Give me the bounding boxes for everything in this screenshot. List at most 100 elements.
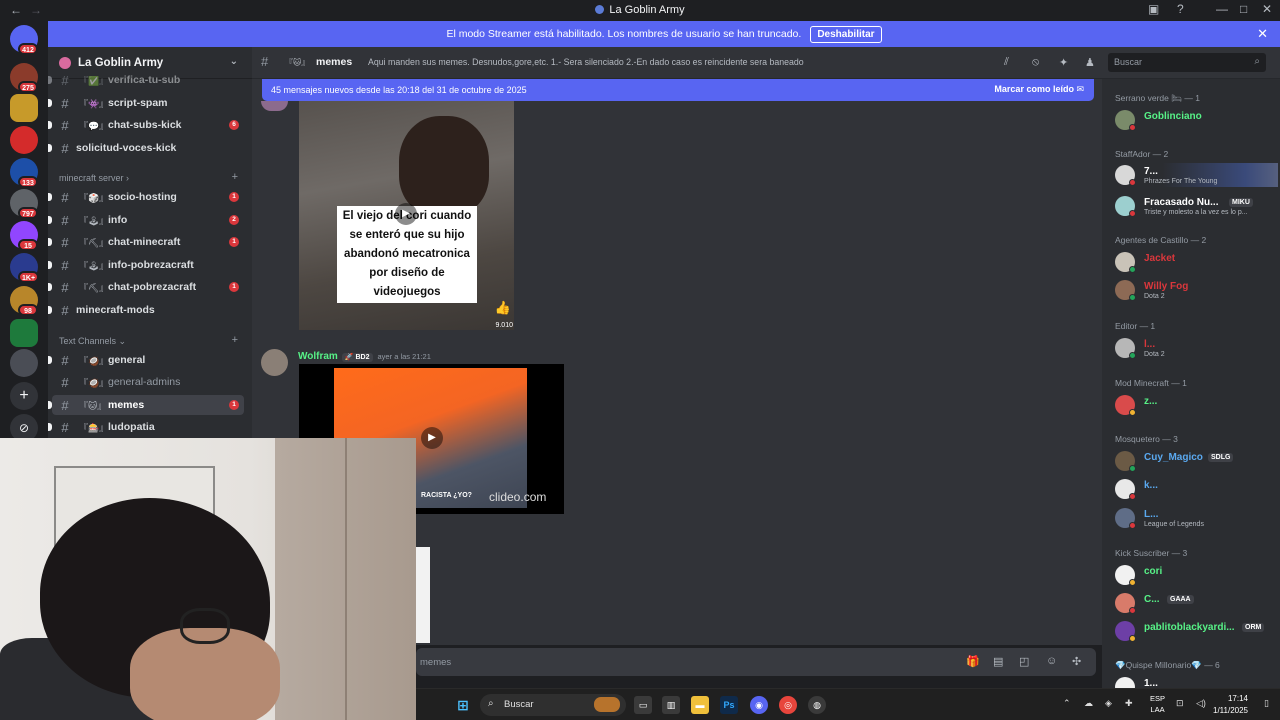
search-input[interactable]: Buscar ⌕: [1108, 53, 1266, 72]
inbox-icon[interactable]: ▣: [1148, 2, 1159, 16]
hash-icon: #: [61, 302, 69, 318]
channel-item[interactable]: # 『⛏』 chat-minecraft 1: [48, 232, 244, 252]
disable-streamer-button[interactable]: Deshabilitar: [810, 25, 882, 43]
channel-emoji: 『⛏』: [79, 237, 109, 248]
channel-item[interactable]: # 『🎲』 socio-hosting 1: [48, 187, 244, 207]
channel-item[interactable]: # 『🥥』 general: [48, 350, 244, 370]
server-icon[interactable]: [10, 94, 38, 122]
threads-icon[interactable]: ⫽: [1004, 56, 1009, 69]
member-item[interactable]: L... League of Legends: [1113, 506, 1278, 530]
help-icon[interactable]: ?: [1177, 2, 1184, 16]
taskbar-search[interactable]: ⌕ Buscar: [480, 694, 626, 716]
play-icon[interactable]: ▶: [421, 427, 443, 449]
member-item[interactable]: pablitoblackyardi... ORM: [1113, 619, 1278, 643]
channel-item[interactable]: # 『🕹』 info-pobrezacraft: [48, 255, 244, 275]
category-minecraft-server[interactable]: minecraft server ›: [59, 173, 129, 183]
tray-app-icon[interactable]: ✚: [1125, 698, 1133, 709]
server-icon[interactable]: [10, 126, 38, 154]
member-item[interactable]: Fracasado Nu... MIKU Triste y molesto a la…: [1113, 194, 1278, 218]
gift-icon[interactable]: 🎁: [966, 655, 980, 668]
new-messages-bar[interactable]: 45 mensajes nuevos desde las 20:18 del 3…: [262, 79, 1094, 101]
file-explorer-icon[interactable]: ▬: [691, 696, 709, 714]
maximize-icon[interactable]: □: [1240, 2, 1247, 16]
language-indicator[interactable]: ESP LAA: [1150, 693, 1165, 715]
close-banner-icon[interactable]: ✕: [1257, 26, 1268, 42]
tray-overflow-icon[interactable]: ⌃: [1063, 698, 1071, 709]
video-attachment[interactable]: El viejo del cori cuando se enteró que s…: [299, 101, 514, 330]
close-window-icon[interactable]: ✕: [1262, 2, 1272, 16]
notifications-icon[interactable]: ▯: [1264, 698, 1269, 709]
member-item[interactable]: Willy Fog Dota 2: [1113, 278, 1278, 302]
message-author[interactable]: Wolfram 🚀 BD2 ayer a las 21:21: [298, 351, 431, 362]
channel-item[interactable]: # 『👾』 script-spam: [48, 93, 244, 113]
mark-as-read-button[interactable]: Marcar como leído ✉: [994, 84, 1084, 95]
play-icon[interactable]: ▶: [395, 203, 417, 225]
network-icon[interactable]: ⊡: [1176, 698, 1184, 709]
add-channel-icon[interactable]: +: [232, 171, 238, 183]
channel-emoji: 『💬』: [79, 120, 109, 131]
onedrive-icon[interactable]: ☁: [1084, 698, 1093, 709]
attachment-preview[interactable]: [416, 547, 430, 643]
member-item[interactable]: l... Dota 2: [1113, 336, 1278, 360]
message-composer[interactable]: memes 🎁 ▤ ◰ ☺ ✣: [416, 648, 1096, 676]
avatar[interactable]: [261, 349, 288, 376]
obs-icon[interactable]: ◍: [808, 696, 826, 714]
hash-icon: #: [61, 95, 69, 111]
member-item[interactable]: Goblinciano: [1113, 108, 1278, 132]
server-icon[interactable]: 133: [10, 158, 38, 188]
notifications-muted-icon[interactable]: ⦸: [1032, 56, 1039, 69]
server-icon[interactable]: 1K+: [10, 253, 40, 283]
channel-item[interactable]: # 『💬』 chat-subs-kick 6: [48, 115, 244, 135]
minimize-icon[interactable]: —: [1216, 2, 1228, 16]
member-item[interactable]: Jacket: [1113, 250, 1278, 274]
avatar[interactable]: [261, 101, 288, 111]
status-idle-icon: [1129, 635, 1136, 642]
chrome-icon[interactable]: ◎: [779, 696, 797, 714]
server-icon[interactable]: 797: [10, 189, 38, 219]
taskbar-clock[interactable]: 17:14 1/11/2025: [1213, 693, 1248, 717]
server-icon[interactable]: [10, 319, 38, 347]
server-icon[interactable]: [10, 349, 38, 377]
member-item[interactable]: 7... Phrazes For The Young: [1113, 163, 1278, 187]
channel-item[interactable]: # 『✅』 verifica-tu-sub: [48, 70, 244, 90]
member-list-icon[interactable]: ♟: [1085, 56, 1095, 69]
volume-icon[interactable]: ◁): [1196, 698, 1206, 709]
twitch-server-icon[interactable]: 15: [10, 221, 38, 251]
channel-item[interactable]: # solicitud-voces-kick: [48, 138, 244, 158]
gif-icon[interactable]: ▤: [993, 655, 1003, 668]
member-item[interactable]: C... GAAA: [1113, 591, 1278, 615]
app-icon[interactable]: ▥: [662, 696, 680, 714]
channel-emoji: 『🥥』: [79, 355, 109, 366]
channel-item[interactable]: # minecraft-mods: [48, 300, 244, 320]
member-item[interactable]: cori: [1113, 563, 1278, 587]
photoshop-icon[interactable]: Ps: [720, 696, 738, 714]
channel-item[interactable]: # 『🕹』 info 2: [48, 210, 244, 230]
pin-icon[interactable]: ✦: [1059, 56, 1068, 69]
member-group-header: Mosquetero — 3: [1115, 434, 1178, 444]
member-item[interactable]: z...: [1113, 393, 1278, 417]
task-view-icon[interactable]: ▭: [634, 696, 652, 714]
channel-item-selected[interactable]: # 『🐱』 memes 1: [48, 395, 244, 415]
channel-item[interactable]: # 『⛏』 chat-pobrezacraft 1: [48, 277, 244, 297]
discord-taskbar-icon[interactable]: ◉: [750, 696, 768, 714]
member-item[interactable]: Cuy_Magico SDLG: [1113, 449, 1278, 473]
chevron-down-icon[interactable]: ⌄: [230, 56, 238, 67]
server-icon[interactable]: 98: [10, 286, 38, 316]
tray-app-icon[interactable]: ◈: [1105, 698, 1112, 709]
add-channel-icon[interactable]: +: [232, 334, 238, 346]
server-icon[interactable]: 275: [10, 63, 38, 93]
category-text-channels[interactable]: Text Channels ⌄: [59, 336, 126, 347]
status-dnd-icon: [1129, 124, 1136, 131]
add-server-icon[interactable]: +: [10, 382, 38, 410]
windows-start-icon[interactable]: ⊞: [454, 696, 472, 714]
emoji-icon[interactable]: ☺: [1046, 655, 1057, 667]
channel-item[interactable]: # 『🥥』 general-admins: [52, 372, 244, 392]
channel-item[interactable]: # 『🎰』 ludopatia: [48, 417, 244, 437]
video-watermark: clideo.com: [489, 490, 547, 504]
apps-icon[interactable]: ✣: [1072, 655, 1081, 668]
channel-topic[interactable]: Aqui manden sus memes. Desnudos,gore,etc…: [368, 57, 968, 67]
member-item[interactable]: k...: [1113, 477, 1278, 501]
direct-messages-icon[interactable]: 412: [10, 25, 38, 55]
sticker-icon[interactable]: ◰: [1019, 655, 1029, 668]
author-name[interactable]: Wolfram: [298, 351, 338, 362]
